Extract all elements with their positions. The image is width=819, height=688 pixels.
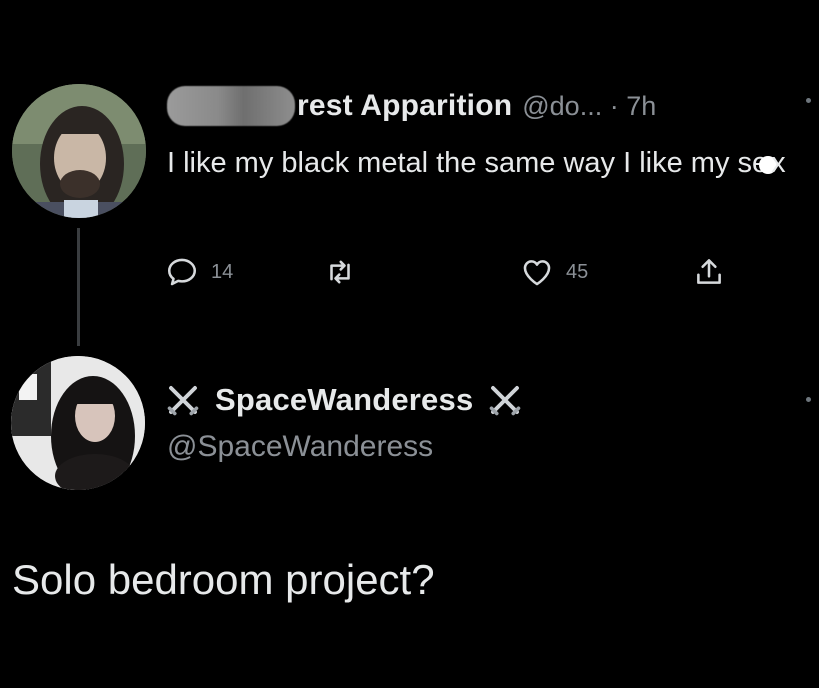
more-options-icon[interactable] <box>806 98 811 103</box>
reply-button[interactable]: 14 <box>165 252 233 292</box>
tweet-header: rest Apparition @do... · 7h <box>167 86 656 126</box>
crossed-swords-icon <box>487 382 523 418</box>
share-button[interactable] <box>692 252 726 292</box>
thread-connector-line <box>77 228 80 346</box>
retweet-button[interactable] <box>323 252 357 292</box>
heart-icon <box>523 260 551 286</box>
reply-author-avatar[interactable] <box>11 356 145 490</box>
redacted-name-blur <box>167 86 295 126</box>
like-count: 45 <box>566 260 589 283</box>
tweet-body: I like my black metal the same way I lik… <box>167 147 769 179</box>
author-handle-time[interactable]: @do... · 7h <box>522 91 656 122</box>
more-options-icon[interactable] <box>806 397 811 402</box>
share-icon <box>697 259 721 284</box>
reply-count: 14 <box>211 260 234 283</box>
author-avatar[interactable] <box>12 84 146 218</box>
avatar-photo-icon <box>12 84 146 218</box>
tweet-body-tail: x <box>771 147 786 179</box>
retweet-icon <box>330 260 350 284</box>
reply-display-name[interactable]: SpaceWanderess <box>215 382 473 418</box>
author-display-name[interactable]: rest Apparition <box>297 89 512 123</box>
reply-text: Solo bedroom project? <box>12 556 435 603</box>
reply-icon <box>167 258 197 286</box>
tweet-text: I like my black metal the same way I lik… <box>167 138 807 188</box>
reply-handle[interactable]: @SpaceWanderess <box>167 430 433 464</box>
like-button[interactable]: 45 <box>520 252 588 292</box>
reply-header: SpaceWanderess <box>165 378 523 422</box>
crossed-swords-icon <box>165 382 201 418</box>
avatar-photo-icon <box>11 356 145 490</box>
